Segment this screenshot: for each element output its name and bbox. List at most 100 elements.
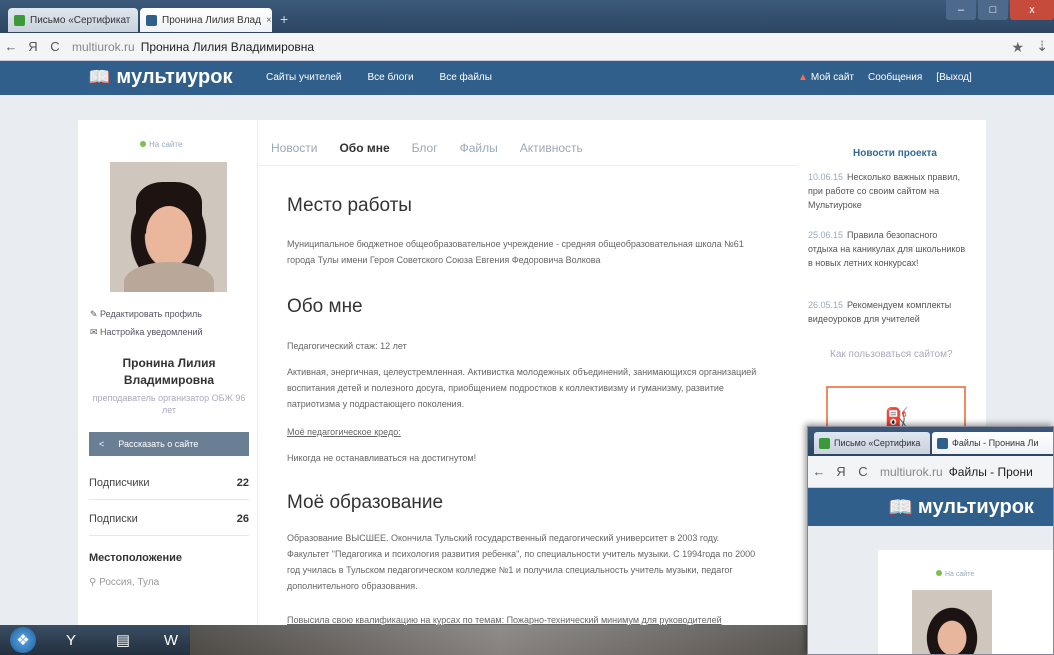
browser-titlebar: Письмо «Сертификат Пронина Лилия Влад × … <box>0 0 1054 33</box>
site-logo[interactable]: 📖 мультиурок <box>88 66 232 89</box>
tabs-divider <box>258 165 798 166</box>
reload-icon[interactable]: C <box>852 464 874 479</box>
edit-profile-link[interactable]: ✎ Редактировать профиль <box>90 309 202 320</box>
file-explorer-icon[interactable]: ▤ <box>104 627 142 653</box>
share-icon: < <box>99 439 105 449</box>
tab-letter[interactable]: Письмо «Сертификат <box>8 8 138 32</box>
back-icon[interactable]: ← <box>808 464 830 479</box>
close-window-button[interactable]: x <box>1010 0 1054 20</box>
education-text: Образование ВЫСШЕЕ. Окончила Тульский го… <box>287 533 756 591</box>
w2-online-status: На сайте <box>936 570 974 578</box>
subscribers-row[interactable]: Подписчики 22 <box>89 466 249 500</box>
my-site-label: Мой сайт <box>810 72 855 83</box>
close-icon[interactable]: × <box>266 15 272 26</box>
w2-site-logo[interactable]: 📖 мультиурок <box>888 495 1034 520</box>
howto-link[interactable]: Как пользоваться сайтом? <box>830 349 953 360</box>
tab-profile[interactable]: Пронина Лилия Влад × <box>140 8 272 32</box>
multiurok-icon <box>146 14 157 26</box>
courses-text: Повысила свою квалификацию на курсах по … <box>287 615 722 625</box>
windows-start-icon[interactable]: ❖ <box>10 627 36 653</box>
multiurok-icon <box>937 437 948 449</box>
nav-all-files[interactable]: Все файлы <box>440 72 492 83</box>
work-title: Место работы <box>287 195 412 216</box>
tab-label: Письмо «Сертификат <box>30 14 131 26</box>
yandex-icon[interactable]: Я <box>22 39 44 54</box>
new-tab-button[interactable]: + <box>280 11 288 27</box>
yandex-icon[interactable]: Я <box>830 464 852 479</box>
stat-value: 26 <box>236 512 249 525</box>
w2-tab-letter[interactable]: Письмо «Сертифика <box>814 432 930 454</box>
location-title: Местоположение <box>89 552 183 564</box>
user-nav: ▲ Мой сайт Сообщения [Выход] <box>798 72 972 83</box>
online-status: На сайте <box>140 140 182 149</box>
profile-name: Пронина Лилия Владимировна <box>122 356 216 387</box>
online-label: На сайте <box>149 140 183 149</box>
logo-text: мультиурок <box>116 66 233 88</box>
logo-text: мультиурок <box>917 496 1034 518</box>
yandex-browser-icon[interactable]: Y <box>52 627 90 653</box>
news-item[interactable]: 10.06.15 Несколько важных правил, при раб… <box>808 170 968 212</box>
online-dot-icon <box>140 141 146 147</box>
news-title: Новости проекта <box>853 148 937 159</box>
w2-avatar <box>912 590 992 654</box>
tab-label: Письмо «Сертифика <box>834 438 921 448</box>
tab-activity[interactable]: Активность <box>520 141 583 155</box>
taskbar-wallpaper <box>190 625 810 655</box>
tab-label: Файлы - Пронина Ли <box>952 438 1039 448</box>
url-title: Пронина Лилия Владимировна <box>140 39 315 54</box>
stat-value: 22 <box>236 476 249 489</box>
about-title: Обо мне <box>287 296 363 317</box>
w2-tab-files[interactable]: Файлы - Пронина Ли <box>932 432 1053 454</box>
news-date: 25.06.15 <box>808 230 844 240</box>
envelope-icon: ✉ <box>90 327 101 337</box>
credo-text: Никогда не останавливаться на достигнуто… <box>287 453 477 463</box>
w2-content-card: На сайте <box>878 550 1053 654</box>
subscriptions-row[interactable]: Подписки 26 <box>89 502 249 536</box>
second-browser-window[interactable]: Письмо «Сертифика Файлы - Пронина Ли ← Я… <box>807 426 1054 655</box>
tab-blog[interactable]: Блог <box>412 141 438 155</box>
location-value: ⚲ Россия, Тула <box>89 577 159 588</box>
credo-link[interactable]: Моё педагогическое кредо: <box>287 424 757 440</box>
reload-icon[interactable]: C <box>44 39 66 54</box>
word-icon[interactable]: W <box>152 627 190 653</box>
notify-settings-label: Настройка уведомлений <box>100 327 203 337</box>
profile-role: преподаватель организатор ОБЖ 96 лет <box>92 393 246 415</box>
maximize-button[interactable]: □ <box>978 0 1008 20</box>
location-label: Россия, Тула <box>99 577 160 588</box>
news-item[interactable]: 25.06.15 Правила безопасного отдыха на ка… <box>808 228 968 270</box>
column-divider <box>257 120 258 625</box>
star-icon[interactable]: ★ <box>1011 39 1024 56</box>
tab-files[interactable]: Файлы <box>460 141 498 155</box>
url-domain: multiurok.ru <box>72 39 135 54</box>
nav-teachers-sites[interactable]: Сайты учителей <box>266 72 342 83</box>
top-nav: Сайты учителей Все блоги Все файлы <box>266 72 492 83</box>
minimize-button[interactable]: – <box>946 0 976 20</box>
notify-settings-link[interactable]: ✉ Настройка уведомлений <box>90 327 203 338</box>
share-button[interactable]: < Рассказать о сайте <box>89 432 249 456</box>
share-label: Рассказать о сайте <box>118 439 199 449</box>
tab-label: Пронина Лилия Влад <box>162 14 261 26</box>
tab-news[interactable]: Новости <box>271 141 317 155</box>
w2-site-header: 📖 мультиурок <box>808 488 1053 526</box>
my-site-link[interactable]: ▲ Мой сайт <box>798 72 854 83</box>
tab-about[interactable]: Обо мне <box>339 141 389 155</box>
download-icon[interactable]: ⇣ <box>1036 38 1048 55</box>
about-stage: Педагогический стаж: 12 лет <box>287 341 407 351</box>
news-item[interactable]: 26.05.15 Рекомендуем комплекты видеоуроко… <box>808 298 968 326</box>
news-date: 26.05.15 <box>808 300 844 310</box>
work-text: Муниципальное бюджетное общеобразователь… <box>287 239 744 265</box>
address-bar[interactable]: ← Я C multiurok.ru Пронина Лилия Владими… <box>0 33 1054 61</box>
w2-address-bar[interactable]: ← Я C multiurok.ru Файлы - Прони <box>808 456 1053 488</box>
back-icon[interactable]: ← <box>0 39 22 54</box>
nav-all-blogs[interactable]: Все блоги <box>368 72 414 83</box>
messages-link[interactable]: Сообщения <box>868 72 922 83</box>
drop-icon: ▲ <box>798 72 808 83</box>
education-title: Моё образование <box>287 492 444 513</box>
avatar <box>110 162 227 292</box>
edit-profile-label: Редактировать профиль <box>100 309 202 319</box>
logout-link[interactable]: [Выход] <box>936 72 971 83</box>
avatar-body <box>124 262 214 292</box>
url-domain: multiurok.ru <box>880 464 943 479</box>
online-label: На сайте <box>945 571 975 578</box>
pencil-icon: ✎ <box>90 309 101 319</box>
